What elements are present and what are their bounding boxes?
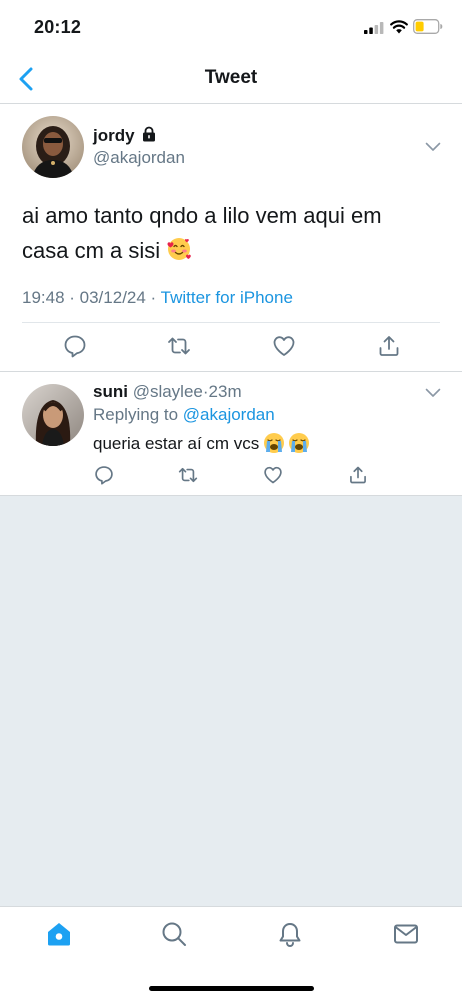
- empty-replies-area: [0, 496, 462, 906]
- share-button[interactable]: [377, 334, 401, 358]
- author-name[interactable]: jordy: [93, 126, 135, 146]
- reply-text: queria estar aí cm vcs: [93, 432, 310, 454]
- cellular-signal-icon: [364, 22, 384, 34]
- reply-text-body: queria estar aí cm vcs: [93, 434, 260, 453]
- reply-button[interactable]: [94, 465, 114, 485]
- replying-to: Replying to @akajordan: [93, 405, 275, 425]
- reply-author-handle[interactable]: @slaylee: [133, 382, 203, 401]
- avatar[interactable]: [22, 384, 84, 446]
- tweet-text-body: ai amo tanto qndo a lilo vem aqui em cas…: [22, 203, 382, 263]
- chevron-down-icon[interactable]: [425, 388, 441, 398]
- tweet-source-link[interactable]: Twitter for iPhone: [161, 288, 293, 307]
- battery-icon: [413, 19, 443, 34]
- reply-tweet[interactable]: suni @slaylee·23m Replying to @akajordan…: [0, 372, 462, 496]
- divider: [22, 322, 440, 323]
- avatar[interactable]: [22, 116, 84, 178]
- tweet-text: ai amo tanto qndo a lilo vem aqui em cas…: [22, 198, 432, 268]
- tweet-metadata: 19:48 · 03/12/24 · Twitter for iPhone: [22, 288, 293, 308]
- reply-header: suni @slaylee·23m: [93, 382, 242, 402]
- loudly-crying-face-icon: [289, 433, 310, 453]
- reply-author-avatar-image: [22, 384, 84, 446]
- lock-icon: [143, 126, 155, 142]
- share-button[interactable]: [348, 465, 368, 485]
- home-indicator: [149, 986, 314, 991]
- like-button[interactable]: [272, 334, 296, 358]
- home-tab-icon[interactable]: [46, 921, 72, 947]
- replying-to-prefix: Replying to: [93, 405, 183, 424]
- wifi-icon: [390, 20, 408, 34]
- retweet-button[interactable]: [178, 465, 198, 485]
- reply-time: ·23m: [202, 382, 242, 401]
- main-tweet: jordy @akajordan ai amo tanto qndo a lil…: [0, 104, 462, 372]
- reply-author-name[interactable]: suni: [93, 382, 128, 401]
- author-handle[interactable]: @akajordan: [93, 148, 185, 168]
- chevron-down-icon[interactable]: [425, 142, 441, 152]
- author-avatar-image: [22, 116, 84, 178]
- loudly-crying-face-icon: [264, 433, 285, 453]
- nav-header: Tweet: [0, 54, 462, 104]
- retweet-button[interactable]: [167, 334, 191, 358]
- status-time: 20:12: [34, 17, 82, 37]
- tab-bar: [0, 906, 462, 1000]
- notifications-tab-icon[interactable]: [277, 921, 303, 947]
- tweet-timestamp: 19:48 · 03/12/24 ·: [22, 288, 161, 307]
- search-tab-icon[interactable]: [161, 921, 187, 947]
- like-button[interactable]: [263, 465, 283, 485]
- status-bar: 20:12: [0, 0, 462, 54]
- replying-to-mention[interactable]: @akajordan: [183, 405, 275, 424]
- smiling-face-with-hearts-icon: [167, 238, 191, 260]
- reply-button[interactable]: [63, 334, 87, 358]
- messages-tab-icon[interactable]: [393, 921, 419, 947]
- page-title: Tweet: [204, 67, 258, 88]
